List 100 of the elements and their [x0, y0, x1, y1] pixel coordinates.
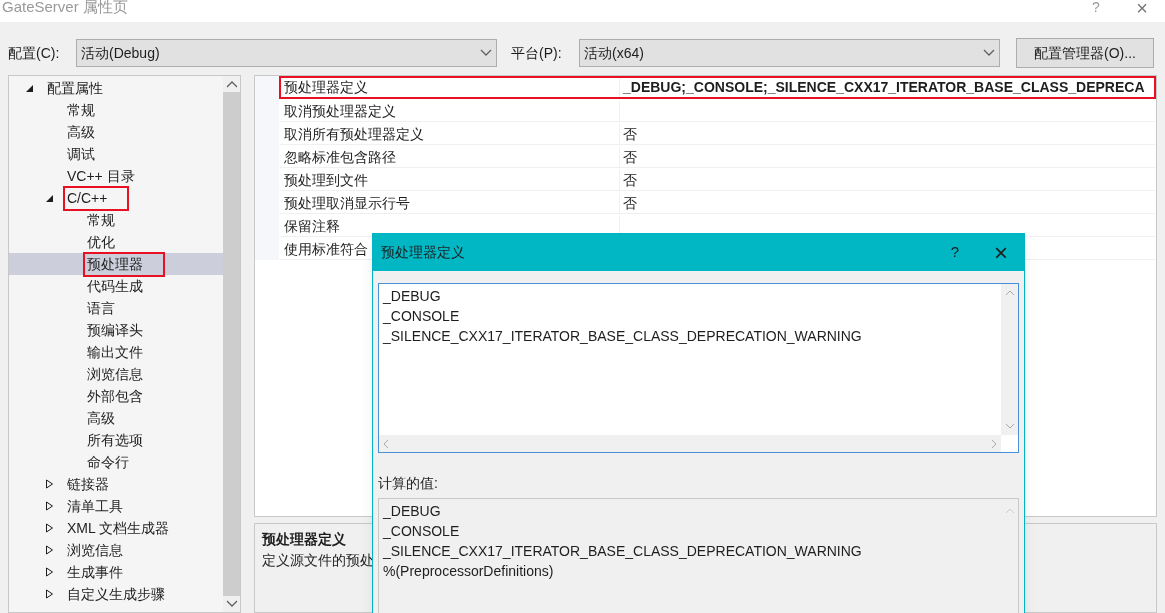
property-value: 否 [623, 124, 637, 144]
tree-item[interactable]: 浏览信息 [9, 539, 223, 561]
computed-line: _SILENCE_CXX17_ITERATOR_BASE_CLASS_DEPRECATION_WARNING [383, 542, 863, 561]
tree-label: 自定义生成步骤 [66, 584, 166, 604]
tree-item[interactable]: 命令行 [9, 451, 223, 473]
tree-item[interactable]: 代码生成 [9, 275, 223, 297]
tree-label: 语言 [86, 298, 116, 318]
tree-item[interactable]: 外部包含 [9, 385, 223, 407]
tree-item[interactable]: VC++ 目录 [9, 165, 223, 187]
tree-label: 高级 [86, 408, 116, 428]
tree-label: 常规 [66, 100, 96, 120]
platform-label: 平台(P): [511, 43, 563, 63]
close-button[interactable]: × [1119, 0, 1165, 16]
tree-label: 命令行 [86, 452, 130, 472]
tree-item[interactable]: 预编译头 [9, 319, 223, 341]
property-value: 否 [623, 147, 637, 167]
tree-label: 浏览信息 [86, 364, 144, 384]
tree-label: 调试 [66, 144, 96, 164]
tree-item[interactable]: 配置属性 [9, 77, 223, 99]
config-dropdown[interactable]: 活动(Debug) [76, 39, 497, 67]
property-row[interactable]: 预处理取消显示行号 否 [279, 191, 1156, 214]
tree-label: 所有选项 [86, 430, 144, 450]
help-button[interactable]: ? [932, 241, 978, 264]
property-name: 预处理到文件 [284, 170, 368, 190]
definition-line: _CONSOLE [383, 307, 461, 326]
tree-item[interactable]: 常规 [9, 99, 223, 121]
property-name: 取消预处理器定义 [284, 101, 396, 121]
scroll-down-icon[interactable] [225, 600, 238, 608]
computed-label: 计算的值: [378, 474, 439, 493]
config-manager-button[interactable]: 配置管理器(O)... [1016, 38, 1154, 68]
chevron-down-icon[interactable] [480, 49, 492, 57]
tree-item[interactable]: 高级 [9, 407, 223, 429]
property-row[interactable]: 取消预处理器定义 [279, 99, 1156, 122]
property-name: 预处理取消显示行号 [284, 193, 410, 213]
dialog-title: 预处理器定义 [381, 243, 465, 262]
chevron-down-icon[interactable] [983, 49, 995, 57]
tree-item[interactable]: 高级 [9, 121, 223, 143]
tree-item[interactable]: 生成事件 [9, 561, 223, 583]
property-row[interactable]: 预处理到文件 否 [279, 168, 1156, 191]
tree-label: 高级 [66, 122, 96, 142]
collapsed-triangle-icon[interactable] [45, 589, 54, 599]
collapsed-triangle-icon[interactable] [45, 479, 54, 489]
tree-label: 预处理器 [83, 251, 165, 277]
property-row[interactable]: 忽略标准包含路径 否 [279, 145, 1156, 168]
tree-label: 清单工具 [66, 496, 124, 516]
tree-item[interactable]: 调试 [9, 143, 223, 165]
tree-item[interactable]: 所有选项 [9, 429, 223, 451]
property-name: 忽略标准包含路径 [284, 147, 396, 167]
expanded-triangle-icon[interactable] [45, 193, 54, 203]
tree-item[interactable]: 预处理器 [9, 253, 223, 275]
property-value: _DEBUG;_CONSOLE;_SILENCE_CXX17_ITERATOR_BASE_CLASS_DEPRECA [623, 78, 1145, 97]
tree-label: XML 文档生成器 [66, 518, 171, 538]
scrollbar[interactable] [223, 76, 240, 612]
tree-item[interactable]: XML 文档生成器 [9, 517, 223, 539]
tree-label: 输出文件 [86, 342, 144, 362]
tree-item[interactable]: 链接器 [9, 473, 223, 495]
definition-line: _DEBUG [383, 287, 442, 306]
description-text: 定义源文件的预处 [262, 551, 374, 570]
tree-label: 配置属性 [46, 78, 104, 98]
computed-line: %(PreprocessorDefinitions) [383, 562, 555, 581]
property-row[interactable]: 预处理器定义 _DEBUG;_CONSOLE;_SILENCE_CXX17_ITERATOR_BASE_CLASS_DEPRECA [279, 76, 1156, 99]
description-title: 预处理器定义 [262, 530, 346, 549]
property-value: 否 [623, 170, 637, 190]
tree-item[interactable]: 自定义生成步骤 [9, 583, 223, 605]
computed-line: _DEBUG [383, 502, 442, 521]
tree-item[interactable]: 浏览信息 [9, 363, 223, 385]
tree-item[interactable]: 清单工具 [9, 495, 223, 517]
property-name: 取消所有预处理器定义 [284, 124, 424, 144]
tree-item[interactable]: C/C++ [9, 187, 223, 209]
collapsed-triangle-icon[interactable] [45, 567, 54, 577]
property-name: 使用标准符合 [284, 239, 368, 259]
tree-label: 外部包含 [86, 386, 144, 406]
property-row[interactable]: 取消所有预处理器定义 否 [279, 122, 1156, 145]
close-button[interactable]: × [978, 240, 1024, 265]
tree-label: 链接器 [66, 474, 110, 494]
collapsed-triangle-icon[interactable] [45, 501, 54, 511]
property-name: 保留注释 [284, 216, 340, 236]
tree-item[interactable]: 优化 [9, 231, 223, 253]
window-title: GateServer 属性页 [2, 0, 128, 14]
tree-label: 常规 [86, 210, 116, 230]
scroll-up-icon[interactable] [225, 80, 238, 88]
definition-line: _SILENCE_CXX17_ITERATOR_BASE_CLASS_DEPRECATION_WARNING [383, 327, 863, 346]
tree-label: 生成事件 [66, 562, 124, 582]
property-name: 预处理器定义 [284, 78, 368, 97]
tree-label: 浏览信息 [66, 540, 124, 560]
platform-dropdown[interactable]: 活动(x64) [579, 39, 1000, 67]
expanded-triangle-icon[interactable] [25, 83, 34, 93]
config-label: 配置(C): [8, 43, 61, 63]
tree-label: 代码生成 [86, 276, 144, 296]
tree-label: 优化 [86, 232, 116, 252]
computed-line: _CONSOLE [383, 522, 461, 541]
tree-item[interactable]: 语言 [9, 297, 223, 319]
tree-label: 预编译头 [86, 320, 144, 340]
property-value: 否 [623, 193, 637, 213]
tree-item[interactable]: 常规 [9, 209, 223, 231]
tree-label: VC++ 目录 [66, 166, 136, 186]
collapsed-triangle-icon[interactable] [45, 545, 54, 555]
tree-label: C/C++ [63, 185, 130, 211]
collapsed-triangle-icon[interactable] [45, 523, 54, 533]
tree-item[interactable]: 输出文件 [9, 341, 223, 363]
